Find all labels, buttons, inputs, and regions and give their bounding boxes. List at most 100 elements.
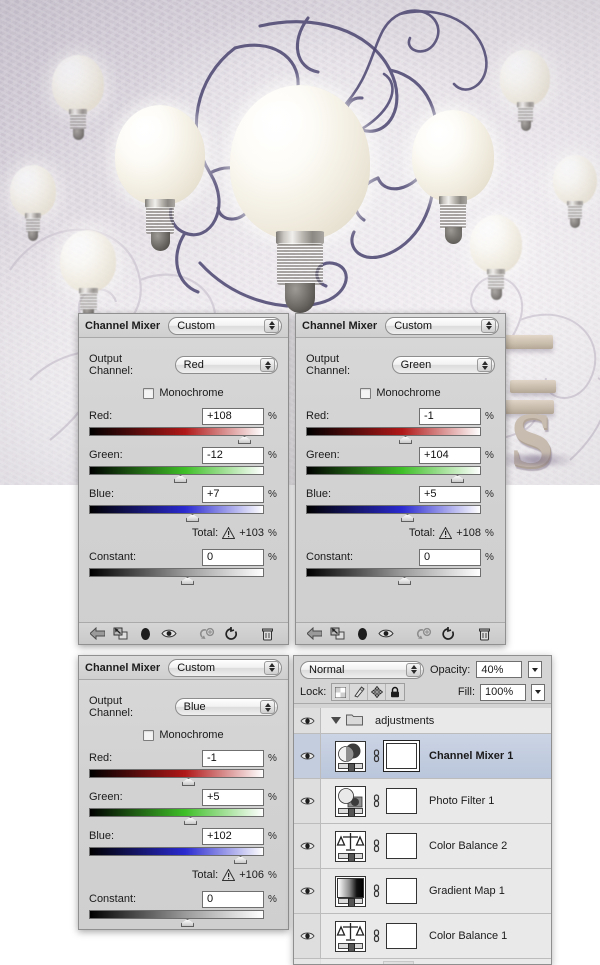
- delete-icon[interactable]: [255, 625, 279, 643]
- reset-icon[interactable]: [219, 625, 243, 643]
- layer-row-photo-filter-1[interactable]: Photo Filter 1: [294, 779, 551, 824]
- delete-icon[interactable]: [472, 625, 496, 643]
- stepper-icon[interactable]: [264, 318, 279, 333]
- slider-green[interactable]: Green: +5 %: [89, 788, 278, 825]
- layer-mask-thumbnail[interactable]: [386, 878, 417, 904]
- constant-value-field[interactable]: 0: [202, 890, 264, 908]
- slider-constant[interactable]: Constant: 0 %: [89, 890, 278, 927]
- slider-thumb[interactable]: [174, 475, 187, 483]
- slider-thumb[interactable]: [234, 856, 247, 864]
- view-previous-state-icon[interactable]: [412, 625, 436, 643]
- slider-track[interactable]: [89, 769, 264, 778]
- layer-row-color-balance-2[interactable]: Color Balance 2: [294, 824, 551, 869]
- opacity-dropdown-caret[interactable]: [528, 661, 543, 678]
- fill-dropdown-caret[interactable]: [531, 683, 545, 701]
- layer-row-group-light-bulbs-adjustments[interactable]: light bulbs adjustments: [294, 959, 551, 964]
- color-balance-thumbnail[interactable]: [335, 920, 366, 952]
- layer-row-color-balance-1[interactable]: Color Balance 1: [294, 914, 551, 959]
- lock-buttons[interactable]: [331, 683, 406, 701]
- channel-mixer-panel-red[interactable]: Channel Mixer Custom Output Channel: Red…: [78, 313, 289, 645]
- slider-track[interactable]: [306, 568, 481, 577]
- slider-track[interactable]: [89, 568, 264, 577]
- constant-value-field[interactable]: 0: [419, 548, 481, 566]
- slider-track[interactable]: [89, 505, 264, 514]
- slider-track[interactable]: [306, 427, 481, 436]
- group-thumbnail[interactable]: [383, 961, 414, 964]
- view-previous-state-icon[interactable]: [195, 625, 219, 643]
- gradient-map-thumbnail[interactable]: [335, 875, 366, 907]
- monochrome-checkbox[interactable]: [360, 387, 372, 399]
- slider-thumb[interactable]: [401, 514, 414, 522]
- slider-thumb[interactable]: [399, 436, 412, 444]
- slider-value-field[interactable]: +104: [419, 446, 481, 464]
- output-channel-dropdown[interactable]: Blue: [174, 698, 278, 716]
- clip-to-layer-icon[interactable]: [326, 625, 350, 643]
- slider-thumb[interactable]: [398, 577, 411, 585]
- monochrome-row[interactable]: Monochrome: [89, 729, 278, 741]
- lock-image-pixels-icon[interactable]: [350, 684, 369, 700]
- slider-thumb[interactable]: [186, 514, 199, 522]
- channel-mixer-panel-blue[interactable]: Channel Mixer Custom Output Channel: Blu…: [78, 655, 289, 930]
- clip-to-layer-icon[interactable]: [109, 625, 133, 643]
- stepper-icon[interactable]: [406, 662, 421, 677]
- layer-visibility-toggle[interactable]: [294, 708, 321, 733]
- layer-row-group-adjustments[interactable]: adjustments: [294, 708, 551, 734]
- slider-value-field[interactable]: -1: [202, 749, 264, 767]
- opacity-field[interactable]: 40%: [476, 661, 523, 678]
- lock-transparent-pixels-icon[interactable]: [332, 684, 351, 700]
- layer-visibility-toggle[interactable]: [294, 824, 321, 868]
- slider-value-field[interactable]: +5: [202, 788, 264, 806]
- toggle-layer-mask-icon[interactable]: [350, 625, 374, 643]
- monochrome-row[interactable]: Monochrome: [89, 387, 278, 399]
- layer-mask-thumbnail[interactable]: [386, 788, 417, 814]
- layer-visibility-toggle[interactable]: [294, 869, 321, 913]
- stepper-icon[interactable]: [264, 660, 279, 675]
- reset-icon[interactable]: [436, 625, 460, 643]
- link-mask-icon[interactable]: [371, 884, 381, 898]
- layer-visibility-toggle[interactable]: [294, 914, 321, 958]
- slider-thumb[interactable]: [181, 919, 194, 927]
- slider-thumb[interactable]: [182, 778, 195, 786]
- slider-track[interactable]: [89, 847, 264, 856]
- fill-field[interactable]: 100%: [480, 683, 526, 701]
- stepper-icon[interactable]: [481, 318, 496, 333]
- slider-value-field[interactable]: +5: [419, 485, 481, 503]
- link-mask-icon[interactable]: [371, 839, 381, 853]
- slider-track[interactable]: [89, 910, 264, 919]
- slider-thumb[interactable]: [451, 475, 464, 483]
- slider-value-field[interactable]: -12: [202, 446, 264, 464]
- layer-mask-thumbnail[interactable]: [386, 833, 417, 859]
- layer-row-channel-mixer-1[interactable]: Channel Mixer 1: [294, 734, 551, 779]
- slider-value-field[interactable]: +108: [202, 407, 264, 425]
- preset-dropdown[interactable]: Custom: [168, 316, 282, 335]
- photo-filter-thumbnail[interactable]: [335, 785, 366, 817]
- adjustment-panel-footer[interactable]: [296, 622, 505, 644]
- layers-panel[interactable]: Normal Opacity: 40% Lock: Fill: 100% adj…: [293, 655, 552, 965]
- preview-eye-icon[interactable]: [157, 625, 181, 643]
- slider-green[interactable]: Green: +104 %: [306, 446, 495, 483]
- monochrome-checkbox[interactable]: [143, 729, 155, 741]
- back-arrow-icon[interactable]: [85, 625, 109, 643]
- layer-mask-thumbnail[interactable]: [386, 743, 417, 769]
- slider-track[interactable]: [89, 466, 264, 475]
- layer-visibility-toggle[interactable]: [294, 779, 321, 823]
- adjustment-panel-footer[interactable]: [79, 622, 288, 644]
- slider-green[interactable]: Green: -12 %: [89, 446, 278, 483]
- back-arrow-icon[interactable]: [302, 625, 326, 643]
- layer-mask-thumbnail[interactable]: [386, 923, 417, 949]
- layer-visibility-toggle[interactable]: [294, 959, 321, 964]
- slider-track[interactable]: [89, 427, 264, 436]
- slider-thumb[interactable]: [184, 817, 197, 825]
- monochrome-row[interactable]: Monochrome: [306, 387, 495, 399]
- slider-track[interactable]: [306, 505, 481, 514]
- slider-value-field[interactable]: +7: [202, 485, 264, 503]
- slider-constant[interactable]: Constant: 0 %: [89, 548, 278, 585]
- lock-all-icon[interactable]: [386, 684, 404, 700]
- slider-thumb[interactable]: [238, 436, 251, 444]
- slider-value-field[interactable]: +102: [202, 827, 264, 845]
- output-channel-dropdown[interactable]: Red: [174, 356, 278, 374]
- slider-blue[interactable]: Blue: +5 %: [306, 485, 495, 522]
- lock-position-icon[interactable]: [368, 684, 387, 700]
- preset-dropdown[interactable]: Custom: [168, 658, 282, 677]
- slider-blue[interactable]: Blue: +7 %: [89, 485, 278, 522]
